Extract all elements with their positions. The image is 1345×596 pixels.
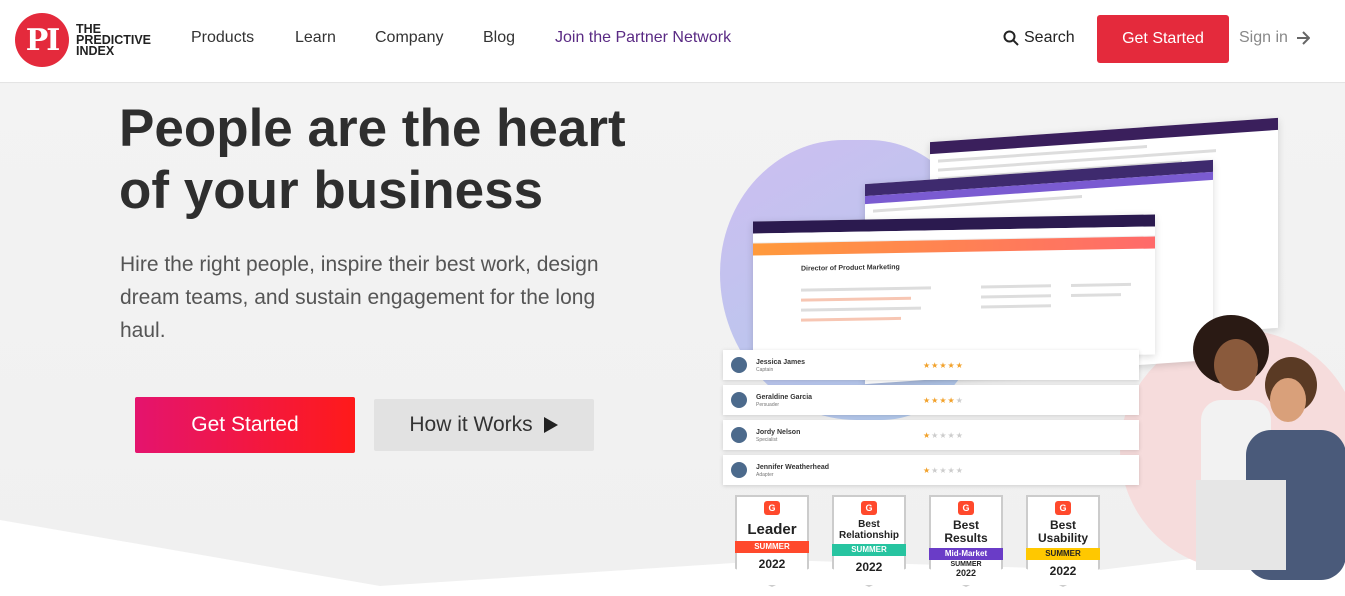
search-link[interactable]: Search	[1003, 29, 1075, 47]
g2-badge-best-usability: G Best Usability SUMMER 2022	[1026, 495, 1100, 587]
play-icon	[543, 417, 558, 433]
nav-products[interactable]: Products	[191, 29, 254, 47]
candidate-row: Jordy Nelson Specialist ★★★★★	[723, 420, 1139, 450]
arrow-right-icon	[1296, 31, 1310, 45]
hero-subtext: Hire the right people, inspire their bes…	[120, 253, 599, 342]
rating-stars: ★★★★★	[923, 465, 964, 475]
sign-in-label: Sign in	[1239, 29, 1288, 46]
product-illustration: Director of Product Marketing Jessica Ja…	[700, 110, 1345, 596]
search-icon	[1003, 30, 1019, 46]
how-it-works-label: How it Works	[409, 413, 533, 436]
how-it-works-button[interactable]: How it Works	[374, 399, 594, 451]
sign-in-link[interactable]: Sign in	[1239, 29, 1310, 47]
hero-headline: People are the heart of your business	[119, 99, 626, 220]
rating-stars: ★★★★★	[923, 360, 964, 370]
logo-mark: PI	[15, 13, 69, 67]
header-get-started-button[interactable]: Get Started	[1097, 15, 1229, 63]
rating-stars: ★★★★★	[923, 395, 964, 405]
nav-partner-network[interactable]: Join the Partner Network	[555, 29, 731, 47]
avatar	[731, 462, 747, 478]
candidate-row: Jennifer Weatherhead Adapter ★★★★★	[723, 455, 1139, 485]
avatar	[731, 392, 747, 408]
nav-blog[interactable]: Blog	[483, 29, 515, 47]
people-photo	[1193, 315, 1345, 580]
rating-stars: ★★★★★	[923, 430, 964, 440]
search-label: Search	[1024, 29, 1075, 46]
candidate-row: Jessica James Captain ★★★★★	[723, 350, 1139, 380]
avatar	[731, 427, 747, 443]
avatar	[731, 357, 747, 373]
logo[interactable]: PI THE PREDICTIVE INDEX	[15, 13, 151, 67]
logo-text: THE PREDICTIVE INDEX	[76, 21, 152, 58]
job-title: Director of Product Marketing	[801, 263, 900, 273]
app-window-front: Director of Product Marketing	[753, 214, 1155, 362]
nav-learn[interactable]: Learn	[295, 29, 336, 47]
g2-badge-best-relationship: G Best Relationship SUMMER 2022	[832, 495, 906, 587]
g2-badge-leader: G Leader SUMMER 2022	[735, 495, 809, 587]
candidate-row: Geraldine Garcia Persuader ★★★★★	[723, 385, 1139, 415]
nav-company[interactable]: Company	[375, 29, 443, 47]
site-header: PI THE PREDICTIVE INDEX Products Learn C…	[0, 0, 1345, 83]
g2-badge-best-results: G Best Results Mid-Market SUMMER 2022	[929, 495, 1003, 587]
hero-get-started-button[interactable]: Get Started	[135, 397, 355, 453]
